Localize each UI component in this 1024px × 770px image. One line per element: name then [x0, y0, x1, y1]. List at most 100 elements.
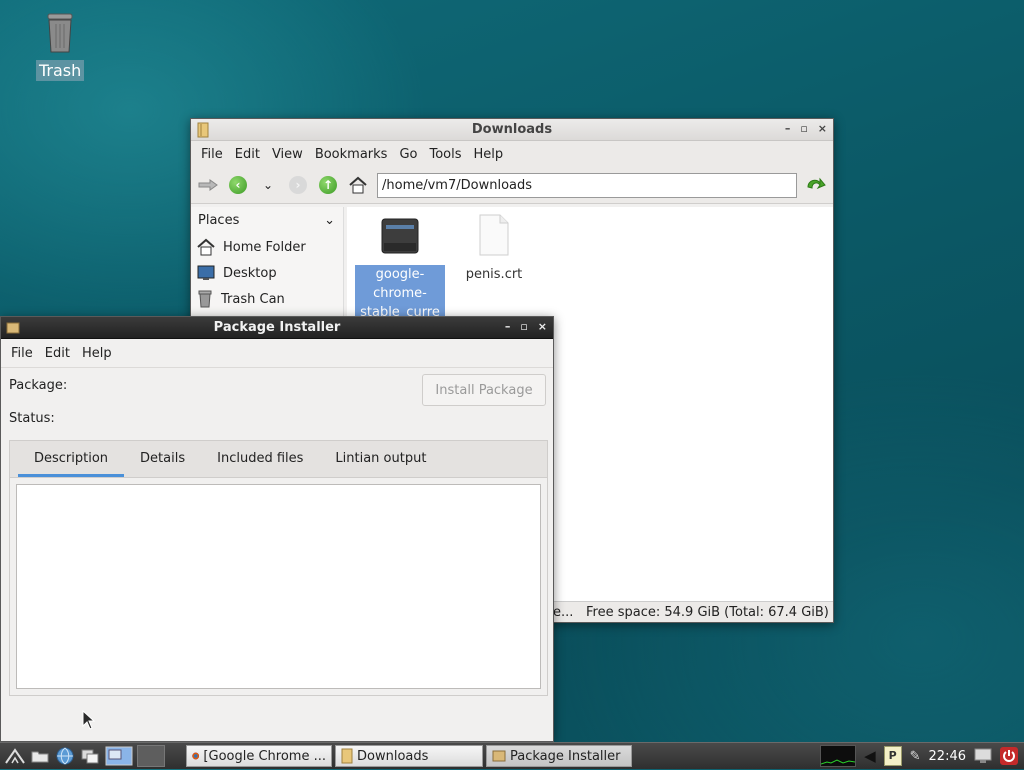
- downloads-titlebar[interactable]: Downloads – ▫ ×: [191, 119, 833, 141]
- sidebar-item-home[interactable]: Home Folder: [191, 234, 343, 260]
- maximize-button[interactable]: ▫: [520, 320, 527, 333]
- power-icon[interactable]: [1000, 747, 1018, 765]
- go-arrow-icon: [807, 177, 826, 190]
- minimize-button[interactable]: –: [505, 320, 511, 333]
- minimize-button[interactable]: –: [785, 122, 791, 135]
- menu-tools[interactable]: Tools: [423, 147, 467, 162]
- menu-edit[interactable]: Edit: [229, 147, 266, 162]
- document-icon: [479, 214, 509, 256]
- history-dropdown-button[interactable]: ⌄: [257, 174, 279, 196]
- parcellite-icon[interactable]: P: [883, 746, 902, 766]
- description-text-area[interactable]: [16, 484, 541, 689]
- cpu-graph-icon: [820, 759, 856, 765]
- package-icon: [6, 322, 20, 333]
- new-tab-button[interactable]: [197, 174, 219, 196]
- folder-icon: [31, 751, 49, 763]
- go-button[interactable]: [805, 174, 827, 196]
- package-icon: [492, 750, 506, 762]
- free-space-text: Free space: 54.9 GiB (Total: 67.4 GiB): [586, 604, 829, 620]
- network-icon[interactable]: ✎: [910, 749, 921, 764]
- mouse-cursor-icon: [82, 710, 96, 730]
- task-package-installer[interactable]: Package Installer: [486, 745, 632, 767]
- forward-button[interactable]: ›: [287, 174, 309, 196]
- tab-details[interactable]: Details: [124, 441, 201, 477]
- clock[interactable]: 22:46: [929, 749, 966, 764]
- status-label: Status:: [9, 411, 55, 426]
- browser-launcher[interactable]: [54, 746, 76, 766]
- trash-icon: [47, 13, 73, 53]
- home-button[interactable]: [347, 174, 369, 196]
- file-item-crt[interactable]: penis.crt: [449, 213, 539, 284]
- arrow-right-icon: [198, 179, 218, 191]
- install-package-button[interactable]: Install Package: [422, 374, 546, 406]
- places-label: Places: [198, 213, 240, 228]
- installer-menubar: File Edit Help: [1, 339, 553, 367]
- up-arrow-icon: ↑: [319, 176, 337, 194]
- file-name: google- chrome- stable_curre: [355, 265, 445, 317]
- tab-included-files[interactable]: Included files: [201, 441, 319, 477]
- task-downloads[interactable]: Downloads: [335, 745, 483, 767]
- file-manager-launcher[interactable]: [29, 746, 51, 766]
- home-icon: [197, 238, 215, 256]
- chevron-down-icon: ⌄: [324, 213, 335, 228]
- task-label: Downloads: [357, 748, 429, 764]
- globe-icon: [56, 747, 74, 765]
- sidebar-item-desktop[interactable]: Desktop: [191, 260, 343, 286]
- maximize-button[interactable]: ▫: [800, 122, 807, 135]
- menu-file[interactable]: File: [195, 147, 229, 162]
- show-desktop-button[interactable]: [79, 746, 101, 766]
- menu-bookmarks[interactable]: Bookmarks: [309, 147, 394, 162]
- menu-file[interactable]: File: [5, 346, 39, 361]
- tab-description[interactable]: Description: [18, 441, 125, 477]
- file-item-chrome-deb[interactable]: google- chrome- stable_curre: [355, 213, 445, 317]
- menu-view[interactable]: View: [266, 147, 309, 162]
- taskbar: [Google Chrome ... Downloads Package Ins…: [0, 742, 1024, 769]
- launcher-area: [0, 745, 186, 767]
- firefox-icon: [192, 752, 200, 760]
- close-button[interactable]: ×: [538, 320, 547, 333]
- installer-titlebar[interactable]: Package Installer – ▫ ×: [1, 317, 553, 339]
- menu-go[interactable]: Go: [393, 147, 423, 162]
- start-menu-button[interactable]: [4, 746, 26, 766]
- downloads-menubar: File Edit View Bookmarks Go Tools Help: [191, 141, 833, 167]
- downloads-title: Downloads: [471, 122, 553, 137]
- sidebar-item-label: Home Folder: [223, 239, 306, 255]
- package-icon: [381, 218, 419, 254]
- folder-icon: [341, 748, 353, 764]
- location-bar[interactable]: [377, 172, 797, 198]
- chevron-down-icon: ⌄: [262, 178, 274, 192]
- menu-divider: [1, 367, 553, 368]
- installer-title: Package Installer: [213, 320, 341, 335]
- back-arrow-icon: ‹: [229, 176, 247, 194]
- package-installer-window: Package Installer – ▫ × File Edit Help P…: [0, 316, 554, 742]
- task-google-chrome[interactable]: [Google Chrome ...: [186, 745, 332, 767]
- desktop-icon: [197, 265, 215, 280]
- menu-edit[interactable]: Edit: [39, 346, 76, 361]
- downloads-toolbar: ‹ ⌄ › ↑: [191, 167, 833, 204]
- desktop-pager-2[interactable]: [137, 745, 165, 767]
- sidebar-item-label: Trash Can: [221, 291, 285, 307]
- back-button[interactable]: ‹: [227, 174, 249, 196]
- sidebar-item-trash[interactable]: Trash Can: [191, 286, 343, 312]
- close-button[interactable]: ×: [818, 122, 827, 135]
- windows-icon: [81, 749, 99, 764]
- info-notebook: Description Details Included files Linti…: [9, 440, 548, 696]
- workspace-icon: [105, 746, 133, 766]
- volume-icon[interactable]: ◀: [864, 747, 876, 765]
- up-button[interactable]: ↑: [317, 174, 339, 196]
- tab-lintian-output[interactable]: Lintian output: [319, 441, 442, 477]
- menu-help[interactable]: Help: [76, 346, 118, 361]
- desktop-trash-label: Trash: [36, 60, 85, 81]
- sidebar-item-label: Desktop: [223, 265, 277, 281]
- cpu-monitor[interactable]: [820, 745, 857, 767]
- file-name: penis.crt: [465, 267, 523, 282]
- places-header[interactable]: Places ⌄: [191, 207, 343, 234]
- menu-help[interactable]: Help: [468, 147, 510, 162]
- screen-lock-icon[interactable]: [974, 748, 992, 764]
- desktop-trash[interactable]: Trash: [36, 12, 85, 81]
- desktop-pager[interactable]: [104, 746, 134, 766]
- system-tray: ◀ P ✎ 22:46: [820, 743, 1024, 769]
- package-label: Package:: [9, 378, 68, 393]
- home-icon: [349, 176, 367, 194]
- task-label: Package Installer: [510, 748, 621, 764]
